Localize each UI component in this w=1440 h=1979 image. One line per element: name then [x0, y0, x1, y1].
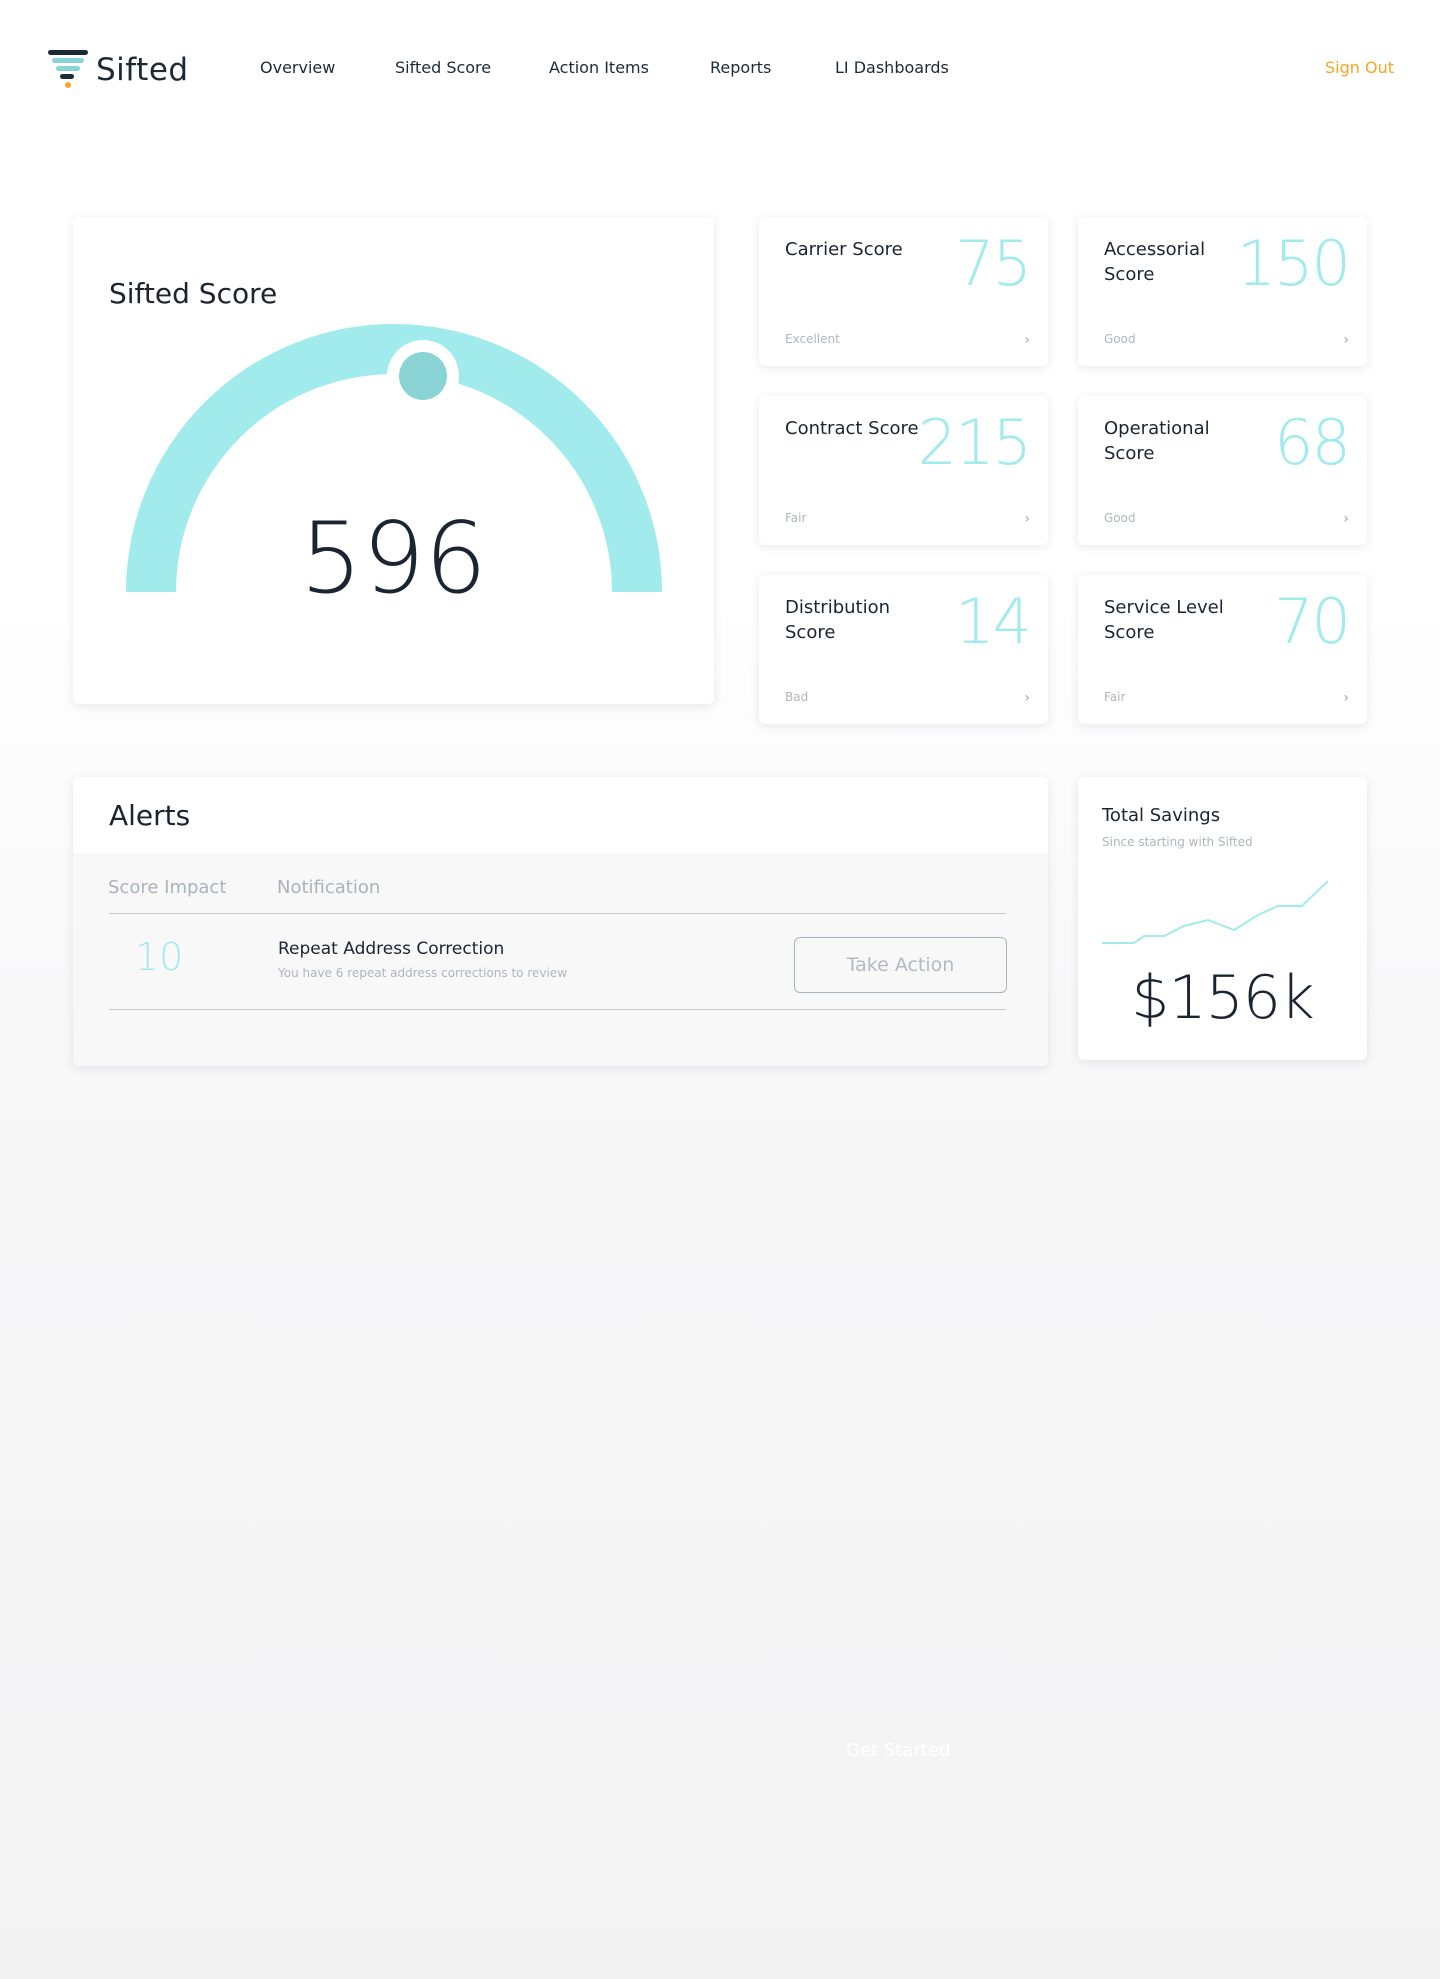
nav-action-items[interactable]: Action Items — [549, 58, 649, 77]
sifted-score-card: Sifted Score 596 — [73, 217, 714, 704]
service-level-score-card[interactable]: Service Level Score 70 Fair › — [1078, 575, 1367, 724]
column-header-notification: Notification — [277, 877, 381, 898]
nav-overview[interactable]: Overview — [260, 58, 335, 77]
chevron-right-icon[interactable]: › — [1343, 332, 1349, 348]
chevron-right-icon[interactable]: › — [1343, 690, 1349, 706]
sign-out-link[interactable]: Sign Out — [1325, 58, 1394, 77]
table-divider — [109, 913, 1006, 914]
score-card-label: Service Level Score — [1104, 597, 1224, 643]
alerts-header: Alerts — [73, 777, 1048, 853]
alerts-panel: Alerts Score Impact Notification 10 Repe… — [73, 777, 1048, 1066]
score-card-status: Excellent — [785, 332, 840, 346]
score-card-label: Distribution Score — [785, 597, 891, 643]
notification-title: Repeat Address Correction — [278, 939, 505, 959]
nav-reports[interactable]: Reports — [710, 58, 771, 77]
score-card-value: 70 — [1274, 585, 1351, 658]
take-action-button[interactable]: Take Action — [794, 937, 1007, 993]
score-card-status: Bad — [785, 690, 809, 704]
sifted-score-value: 596 — [299, 502, 488, 616]
savings-value: $156k — [1131, 963, 1314, 1033]
score-card-status: Fair — [1104, 690, 1126, 704]
score-card-status: Fair — [785, 511, 807, 525]
total-savings-card: Total Savings Since starting with Sifted… — [1078, 777, 1367, 1060]
carrier-score-card[interactable]: Carrier Score 75 Excellent › — [759, 217, 1048, 366]
chevron-right-icon[interactable]: › — [1024, 690, 1030, 706]
score-impact-value: 10 — [135, 935, 184, 979]
score-card-status: Good — [1104, 511, 1136, 525]
table-divider — [109, 1009, 1006, 1010]
top-nav-bar: Sifted Overview Sifted Score Action Item… — [0, 0, 1440, 140]
operational-score-card[interactable]: Operational Score 68 Good › — [1078, 396, 1367, 545]
sparkline-line — [1102, 880, 1329, 944]
chevron-right-icon[interactable]: › — [1024, 511, 1030, 527]
chevron-right-icon[interactable]: › — [1024, 332, 1030, 348]
score-card-value: 150 — [1236, 227, 1351, 300]
alerts-title: Alerts — [109, 799, 191, 832]
gauge-handle[interactable] — [387, 340, 459, 412]
accessorial-score-card[interactable]: Accessorial Score 150 Good › — [1078, 217, 1367, 366]
sifted-logo-icon — [48, 48, 92, 92]
column-header-score-impact: Score Impact — [108, 877, 227, 898]
score-card-label: Accessorial Score — [1104, 239, 1206, 285]
score-gauge — [126, 324, 662, 593]
distribution-score-card[interactable]: Distribution Score 14 Bad › — [759, 575, 1048, 724]
chevron-right-icon[interactable]: › — [1343, 511, 1349, 527]
score-card-value: 68 — [1274, 406, 1351, 479]
logo-text: Sifted — [96, 52, 189, 88]
nav-li-dashboards[interactable]: LI Dashboards — [835, 58, 949, 77]
contract-score-card[interactable]: Contract Score 215 Fair › — [759, 396, 1048, 545]
nav-sifted-score[interactable]: Sifted Score — [395, 58, 491, 77]
score-card-status: Good — [1104, 332, 1136, 346]
score-card-label: Contract Score — [785, 418, 919, 439]
score-card-value: 75 — [955, 227, 1032, 300]
score-card-value: 215 — [917, 406, 1032, 479]
score-card-label: Carrier Score — [785, 239, 903, 260]
sifted-logo[interactable]: Sifted — [48, 48, 189, 92]
score-card-value: 14 — [955, 585, 1032, 658]
get-started-link[interactable]: Get Started — [846, 1740, 950, 1761]
score-card-label: Operational Score — [1104, 418, 1210, 464]
notification-subtitle: You have 6 repeat address corrections to… — [278, 966, 568, 980]
